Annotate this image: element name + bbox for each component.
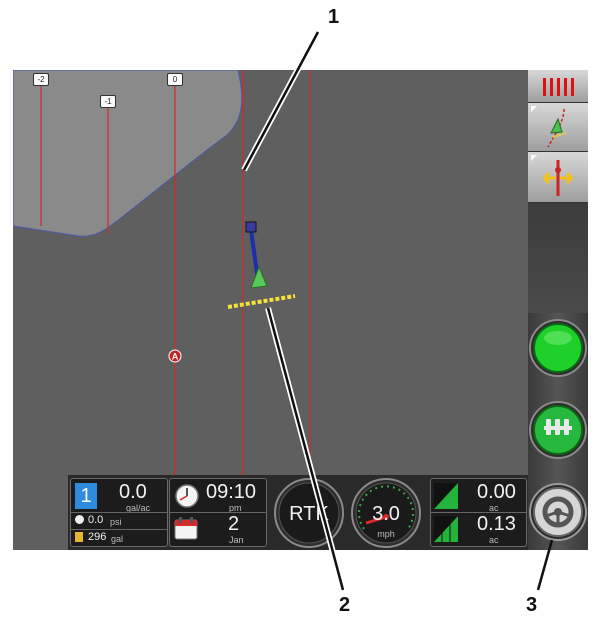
vehicle-arrow-icon [250, 265, 268, 289]
guidance-mode-icon [547, 108, 567, 148]
area2-value: 0.13 [477, 513, 516, 535]
pressure-unit: psi [110, 517, 122, 527]
callout-3: 3 [526, 594, 538, 616]
guidance-screen: A -2 -1 0 1 0.0 gal/ac 0.0 psi 296 gal 0… [13, 70, 588, 550]
callout-2: 2 [339, 594, 351, 616]
area-panel[interactable]: 0.00 ac 0.13 ac [430, 478, 527, 547]
master-switch-button[interactable] [528, 318, 588, 378]
date-month: Jan [229, 535, 244, 545]
rate-value: 0.0 [119, 481, 147, 503]
nudge-shift-button[interactable] [528, 152, 588, 203]
section-number-badge: 1 [75, 483, 97, 509]
callout-1: 1 [328, 6, 340, 28]
right-toolbar [528, 70, 588, 550]
swath-bar [227, 294, 296, 309]
speed-value: 3.0 [372, 503, 400, 525]
nudge-shift-icon [542, 160, 574, 196]
line-label--2: -2 [33, 73, 49, 86]
time-date-panel[interactable]: 09:10 pm 2 Jan [169, 478, 267, 547]
area-total-icon [434, 516, 458, 542]
speedometer[interactable]: 3.0 mph [350, 477, 422, 549]
date-day: 2 [228, 513, 240, 535]
section-control-button[interactable] [528, 400, 588, 460]
speed-unit: mph [377, 529, 395, 539]
clock-icon [175, 484, 199, 508]
pressure-value: 0.0 [88, 514, 104, 526]
rtk-status-gauge[interactable]: RTK [273, 477, 345, 549]
calendar-icon [174, 517, 198, 540]
area2-unit: ac [489, 535, 499, 545]
auto-steer-wheel-icon [529, 483, 587, 541]
implement-sections-button[interactable] [528, 70, 588, 103]
area-applied-icon [434, 483, 458, 509]
auto-steer-button[interactable] [528, 482, 588, 542]
rate-panel[interactable]: 1 0.0 gal/ac 0.0 psi 296 gal [70, 478, 168, 547]
lookahead-marker [245, 221, 257, 233]
toolbar-empty-slot [528, 203, 588, 313]
area1-value: 0.00 [477, 481, 516, 503]
line-label--1: -1 [100, 95, 116, 108]
pressure-icon [75, 515, 84, 524]
status-bar: 1 0.0 gal/ac 0.0 psi 296 gal 09:10 pm 2 … [68, 475, 528, 550]
master-switch-green-icon [529, 319, 587, 377]
a-point-label: A [172, 352, 179, 362]
section-control-icon [529, 401, 587, 459]
rtk-label: RTK [289, 503, 329, 525]
tank-icon [75, 532, 83, 542]
field-boundary [13, 70, 243, 237]
implement-sections-icon [543, 78, 574, 96]
line-label-0: 0 [167, 73, 183, 86]
tank-value: 296 [88, 531, 107, 543]
time-value: 09:10 [206, 481, 257, 503]
tank-unit: gal [111, 534, 124, 544]
guidance-mode-button[interactable] [528, 103, 588, 152]
